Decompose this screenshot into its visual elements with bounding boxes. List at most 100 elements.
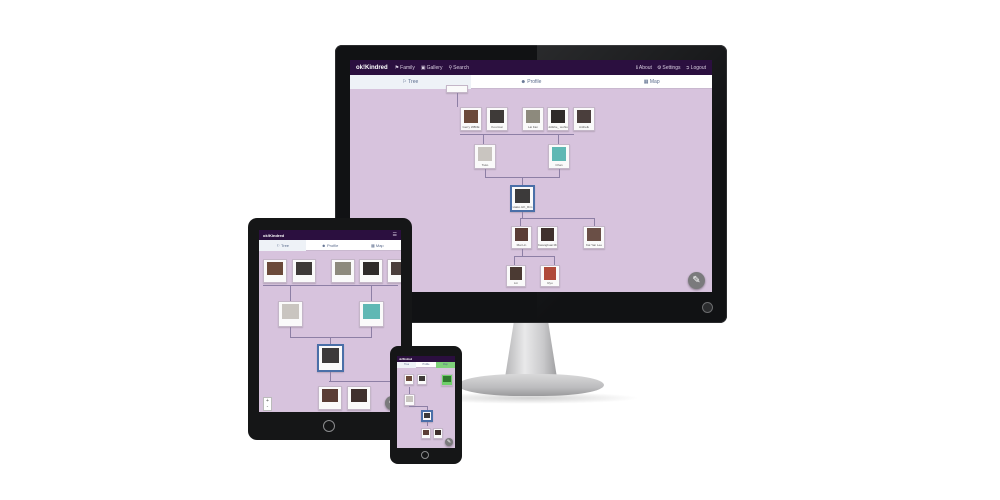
tab-tree[interactable]: Tree bbox=[397, 361, 417, 368]
tablet-view-tabs: ⚐ Tree ☻ Profile ▦ Map bbox=[259, 239, 401, 251]
tab-profile[interactable]: ☻ Profile bbox=[471, 75, 592, 89]
person-card[interactable]: Mai Lin bbox=[511, 226, 532, 249]
person-card[interactable]: Kai Yan Lee bbox=[583, 226, 605, 249]
person-photo bbox=[424, 412, 430, 418]
person-photo bbox=[463, 109, 479, 124]
person-photo bbox=[509, 267, 523, 280]
tablet-home-button[interactable] bbox=[323, 420, 335, 432]
nav-about[interactable]: ℹ About bbox=[636, 65, 652, 71]
monitor-power-button[interactable] bbox=[702, 302, 713, 313]
tree-icon: ⚐ bbox=[402, 78, 407, 85]
person-photo bbox=[267, 261, 283, 276]
person-card[interactable] bbox=[278, 301, 303, 327]
brand-logo[interactable]: ok!Kindred bbox=[263, 233, 284, 238]
tree-icon: ⚐ bbox=[276, 242, 280, 248]
person-card[interactable] bbox=[347, 386, 371, 410]
person-photo bbox=[423, 429, 429, 436]
person-card[interactable]: Kwangbuai Mikhole bbox=[537, 226, 558, 249]
brand-logo[interactable]: ok!Kindred bbox=[399, 358, 412, 361]
person-card-partial[interactable] bbox=[446, 85, 468, 93]
map-icon: ▦ bbox=[370, 242, 375, 248]
person-card[interactable] bbox=[421, 428, 431, 439]
person-photo bbox=[514, 188, 531, 203]
person-card[interactable] bbox=[387, 259, 401, 283]
person-photo bbox=[550, 109, 566, 124]
gear-icon: ⚙ bbox=[656, 64, 662, 71]
person-photo bbox=[540, 228, 555, 242]
person-card[interactable]: Lin bbox=[506, 265, 526, 287]
person-card[interactable] bbox=[318, 386, 342, 410]
person-photo bbox=[514, 228, 529, 242]
tablet-screen: ok!Kindred ☰ ⚐ Tree ☻ Profile ▦ Map +- ✎ bbox=[259, 230, 401, 412]
person-photo bbox=[363, 261, 379, 276]
person-photo bbox=[419, 375, 425, 382]
nav-logout[interactable]: ➲ Logout bbox=[686, 65, 707, 71]
person-photo bbox=[282, 303, 299, 319]
person-photo bbox=[322, 347, 339, 363]
edit-fab-button[interactable]: ✎ bbox=[445, 438, 453, 446]
person-card[interactable]: Jolikhe_ wohtu bbox=[547, 107, 569, 131]
person-card[interactable]: Tuko bbox=[474, 144, 496, 169]
person-card[interactable] bbox=[331, 259, 355, 283]
person-photo bbox=[477, 146, 493, 161]
person-card[interactable] bbox=[263, 259, 287, 283]
person-card[interactable]: Lai Fan bbox=[522, 107, 544, 131]
selected-person-card[interactable] bbox=[421, 410, 433, 422]
person-card[interactable] bbox=[359, 259, 383, 283]
person-photo bbox=[296, 261, 312, 276]
person-photo bbox=[525, 109, 541, 124]
tab-map[interactable]: ▦ Map bbox=[354, 240, 401, 251]
tablet-app-header: ok!Kindred ☰ bbox=[259, 230, 401, 240]
person-card[interactable] bbox=[292, 259, 316, 283]
monitor-stand-base bbox=[458, 374, 604, 396]
tab-profile[interactable]: Profile bbox=[416, 362, 435, 368]
user-icon: ☻ bbox=[520, 78, 526, 85]
tablet-family-tree: + - bbox=[259, 251, 401, 412]
tab-map[interactable]: ▦ Map bbox=[591, 75, 712, 89]
pencil-icon: ✎ bbox=[446, 439, 452, 445]
person-photo bbox=[576, 109, 592, 124]
tab-tree[interactable]: ⚐ Tree bbox=[259, 239, 307, 251]
person-card[interactable] bbox=[404, 394, 415, 406]
tab-profile[interactable]: ☻ Profile bbox=[306, 240, 353, 251]
selected-person-card[interactable] bbox=[317, 344, 344, 372]
nav-search[interactable]: ⚲ Search bbox=[448, 65, 469, 71]
phone-family-tree bbox=[397, 368, 455, 448]
map-icon: ▦ bbox=[643, 78, 649, 85]
person-card[interactable]: Anthelk bbox=[573, 107, 595, 131]
view-tabs: ⚐ Tree ☻ Profile ▦ Map bbox=[350, 74, 712, 89]
person-card[interactable]: Kourmai bbox=[486, 107, 508, 131]
person-card[interactable]: Chan bbox=[548, 144, 570, 169]
brand-logo[interactable]: ok!Kindred bbox=[356, 65, 388, 71]
gallery-icon: ▣ bbox=[420, 64, 426, 71]
person-photo bbox=[363, 303, 380, 319]
person-photo bbox=[391, 261, 401, 276]
tab-map[interactable]: Map bbox=[435, 361, 455, 368]
zoom-controls[interactable]: + - bbox=[263, 397, 272, 411]
person-photo bbox=[322, 388, 338, 403]
person-photo bbox=[586, 228, 602, 242]
person-card[interactable]: Ryu bbox=[540, 265, 560, 287]
selected-person-card[interactable]: Haiko HK_Rim bbox=[510, 185, 535, 212]
person-card[interactable] bbox=[433, 428, 443, 439]
person-card[interactable] bbox=[404, 374, 414, 385]
person-card[interactable]: Gerry W8DE bbox=[460, 107, 482, 131]
nav-gallery[interactable]: ▣ Gallery bbox=[421, 65, 443, 71]
nav-family[interactable]: ⚑ Family bbox=[395, 65, 415, 71]
person-photo bbox=[443, 375, 451, 382]
person-photo bbox=[543, 267, 557, 280]
person-photo bbox=[406, 395, 413, 402]
person-photo bbox=[435, 429, 441, 436]
search-icon: ⚲ bbox=[448, 64, 453, 71]
person-card[interactable] bbox=[359, 301, 384, 327]
monitor-stand-neck bbox=[504, 323, 558, 378]
person-card[interactable] bbox=[441, 374, 453, 386]
edit-fab-button[interactable]: ✎ bbox=[688, 272, 705, 289]
logout-icon: ➲ bbox=[685, 64, 690, 71]
person-card[interactable] bbox=[417, 374, 427, 385]
phone-home-button[interactable] bbox=[421, 451, 429, 459]
person-photo bbox=[335, 261, 351, 276]
person-photo bbox=[351, 388, 367, 403]
nav-settings[interactable]: ⚙ Settings bbox=[657, 65, 681, 71]
menu-icon[interactable]: ☰ bbox=[393, 232, 397, 238]
